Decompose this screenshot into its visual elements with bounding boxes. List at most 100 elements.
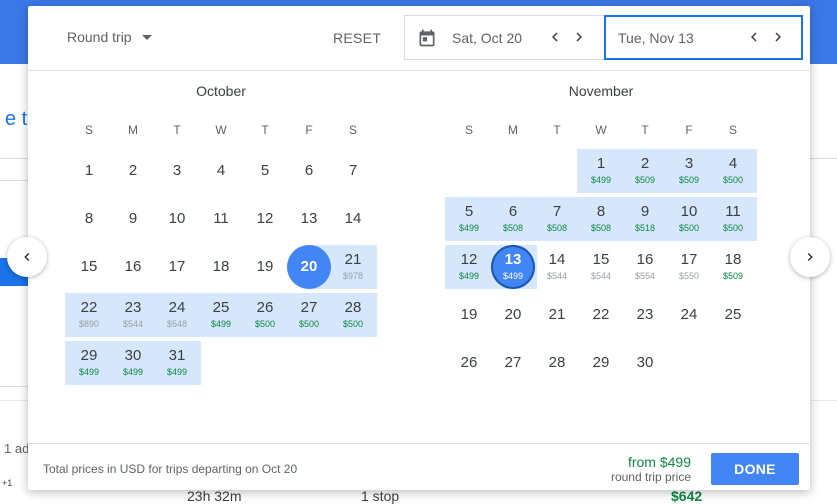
calendar-day[interactable]: 18 bbox=[199, 245, 243, 289]
day-number: 4 bbox=[728, 155, 738, 172]
chevron-left-icon[interactable] bbox=[546, 28, 564, 46]
calendar-day[interactable]: 15 $544 bbox=[579, 245, 623, 289]
weekday-label: S bbox=[84, 123, 93, 137]
calendar-day[interactable]: 13 $499 bbox=[491, 245, 535, 289]
day-number: 17 bbox=[680, 251, 698, 268]
calendar-day[interactable]: 13 bbox=[287, 197, 331, 241]
calendar-day[interactable]: 28 bbox=[535, 341, 579, 385]
calendar-day[interactable]: 11 bbox=[199, 197, 243, 241]
calendar-day[interactable]: 18 $509 bbox=[711, 245, 755, 289]
return-date-field[interactable]: Tue, Nov 13 bbox=[604, 15, 803, 60]
calendar-day[interactable]: 1 bbox=[67, 149, 111, 193]
calendar-day[interactable]: 19 bbox=[243, 245, 287, 289]
chevron-left-icon[interactable] bbox=[745, 28, 763, 46]
calendar-day[interactable]: 21 $978 bbox=[331, 245, 375, 289]
calendar-day[interactable]: 3 bbox=[155, 149, 199, 193]
calendar-day[interactable]: 29 $499 bbox=[67, 341, 111, 385]
calendar-day[interactable]: 5 bbox=[243, 149, 287, 193]
calendar-day[interactable]: 27 bbox=[491, 341, 535, 385]
day-number: 9 bbox=[128, 210, 138, 227]
calendar-day[interactable]: 6 $508 bbox=[491, 197, 535, 241]
calendar-day[interactable]: 12 bbox=[243, 197, 287, 241]
calendar-day[interactable]: 29 bbox=[579, 341, 623, 385]
chevron-right-icon[interactable] bbox=[570, 28, 588, 46]
calendar-day[interactable]: 1 $499 bbox=[579, 149, 623, 193]
calendar-day[interactable]: 11 $500 bbox=[711, 197, 755, 241]
day-number: 1 bbox=[596, 155, 606, 172]
chevron-right-icon[interactable] bbox=[769, 28, 787, 46]
calendar-day[interactable]: 20 bbox=[287, 245, 331, 289]
trip-type-dropdown[interactable]: Round trip bbox=[67, 29, 152, 45]
weekday-label: S bbox=[464, 123, 473, 137]
calendar-day[interactable]: 23 bbox=[623, 293, 667, 337]
day-price: $509 bbox=[722, 271, 744, 281]
previous-month-button[interactable] bbox=[7, 237, 47, 277]
day-price: $508 bbox=[590, 223, 612, 233]
calendar-day[interactable]: 16 $554 bbox=[623, 245, 667, 289]
calendar-day[interactable]: 10 $500 bbox=[667, 197, 711, 241]
calendar-day[interactable]: 21 bbox=[535, 293, 579, 337]
departure-date-field[interactable]: Sat, Oct 20 bbox=[404, 15, 604, 60]
day-number: 26 bbox=[256, 299, 274, 316]
reset-button[interactable]: RESET bbox=[324, 20, 390, 56]
calendar-day[interactable]: 24 $548 bbox=[155, 293, 199, 337]
calendar-day[interactable]: 25 $499 bbox=[199, 293, 243, 337]
weekday-label: W bbox=[215, 123, 227, 137]
calendar-day[interactable]: 3 $509 bbox=[667, 149, 711, 193]
calendar-day[interactable]: 24 bbox=[667, 293, 711, 337]
calendar-day[interactable]: 12 $499 bbox=[447, 245, 491, 289]
calendar-day[interactable]: 25 bbox=[711, 293, 755, 337]
next-month-button[interactable] bbox=[790, 237, 830, 277]
calendar-day[interactable]: 4 $500 bbox=[711, 149, 755, 193]
day-number: 2 bbox=[640, 155, 650, 172]
done-button[interactable]: DONE bbox=[711, 453, 799, 485]
calendar-day[interactable]: 17 bbox=[155, 245, 199, 289]
calendar-day[interactable]: 20 bbox=[491, 293, 535, 337]
calendar-day[interactable]: 19 bbox=[447, 293, 491, 337]
calendar-day[interactable]: 8 $508 bbox=[579, 197, 623, 241]
day-number: 7 bbox=[348, 162, 358, 179]
calendar-day[interactable]: 17 $550 bbox=[667, 245, 711, 289]
calendar-day[interactable]: 7 $508 bbox=[535, 197, 579, 241]
calendar-day[interactable]: 7 bbox=[331, 149, 375, 193]
calendar-day[interactable]: 8 bbox=[67, 197, 111, 241]
calendar-day[interactable]: 27 $500 bbox=[287, 293, 331, 337]
day-price: $500 bbox=[254, 319, 276, 329]
calendar-day[interactable]: 10 bbox=[155, 197, 199, 241]
calendar-day[interactable]: 31 $499 bbox=[155, 341, 199, 385]
weekday-label: F bbox=[305, 123, 313, 137]
calendar-day[interactable]: 6 bbox=[287, 149, 331, 193]
day-number: 12 bbox=[256, 210, 274, 227]
return-date-value: Tue, Nov 13 bbox=[618, 29, 694, 46]
calendar-day[interactable]: 4 bbox=[199, 149, 243, 193]
day-number: 20 bbox=[300, 258, 318, 275]
calendar-day[interactable]: 2 bbox=[111, 149, 155, 193]
calendar-day[interactable]: 2 $509 bbox=[623, 149, 667, 193]
day-price: $509 bbox=[678, 175, 700, 185]
calendar-day[interactable]: 30 $499 bbox=[111, 341, 155, 385]
calendar-day[interactable]: 22 $890 bbox=[67, 293, 111, 337]
calendar-day[interactable]: 5 $499 bbox=[447, 197, 491, 241]
calendar-day[interactable]: 14 bbox=[331, 197, 375, 241]
calendar-day[interactable]: 26 bbox=[447, 341, 491, 385]
day-price: $518 bbox=[634, 223, 656, 233]
from-price: from $499 bbox=[627, 454, 691, 470]
calendar-day[interactable]: 15 bbox=[67, 245, 111, 289]
weekday-label: W bbox=[595, 123, 607, 137]
calendar-day[interactable]: 22 bbox=[579, 293, 623, 337]
day-price: $978 bbox=[342, 271, 364, 281]
day-number: 28 bbox=[548, 354, 566, 371]
day-number: 19 bbox=[256, 258, 274, 275]
calendar-day[interactable]: 9 $518 bbox=[623, 197, 667, 241]
calendar-day[interactable]: 14 $544 bbox=[535, 245, 579, 289]
background-passengers-text: 1 ad bbox=[4, 441, 30, 456]
weekday-label: T bbox=[261, 123, 269, 137]
day-price: $499 bbox=[458, 271, 480, 281]
calendar-day[interactable]: 9 bbox=[111, 197, 155, 241]
calendar-day[interactable]: 26 $500 bbox=[243, 293, 287, 337]
calendar-day[interactable]: 23 $544 bbox=[111, 293, 155, 337]
calendar-day[interactable]: 16 bbox=[111, 245, 155, 289]
background-plus-day: +1 bbox=[2, 478, 13, 488]
calendar-day[interactable]: 30 bbox=[623, 341, 667, 385]
calendar-day[interactable]: 28 $500 bbox=[331, 293, 375, 337]
